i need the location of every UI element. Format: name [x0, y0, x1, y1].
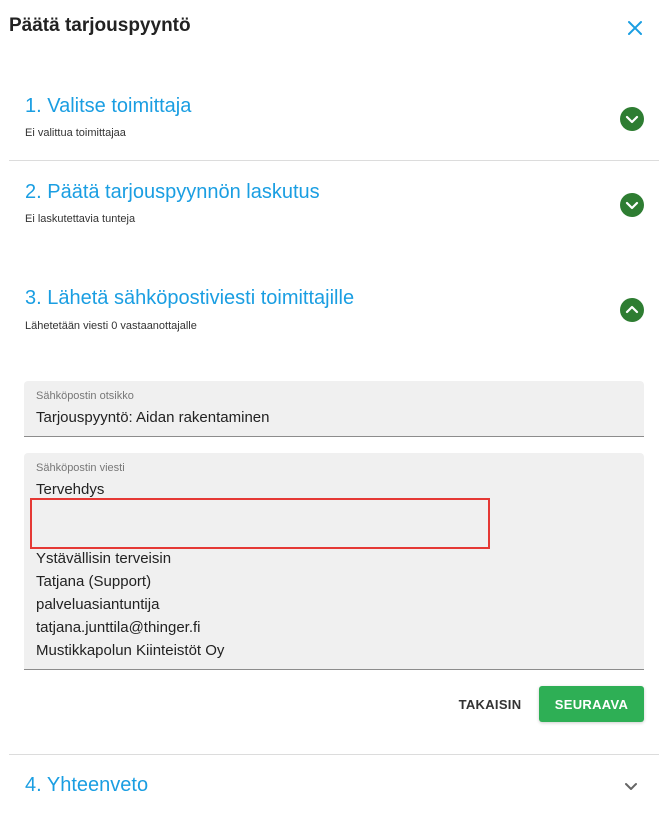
step-title: 4. Yhteenveto [25, 774, 149, 796]
message-line: Mustikkapolun Kiinteistöt Oy [36, 642, 225, 659]
step-billing[interactable]: 2. Päätä tarjouspyynnön laskutus Ei lask… [9, 176, 659, 246]
step-subtitle: Lähetetään viesti 0 vastaanottajalle [25, 320, 197, 332]
step-subtitle: Ei valittua toimittajaa [25, 127, 126, 139]
step-title: 2. Päätä tarjouspyynnön laskutus [25, 181, 320, 203]
email-message-label: Sähköpostin viesti [36, 462, 125, 474]
step-subtitle: Ei laskutettavia tunteja [25, 213, 136, 225]
step-title: 3. Lähetä sähköpostiviesti toimittajille [25, 287, 355, 309]
chevron-down-icon[interactable] [620, 107, 644, 131]
step-title: 1. Valitse toimittaja [25, 95, 192, 117]
step-send-email[interactable]: 3. Lähetä sähköpostiviesti toimittajille… [9, 283, 659, 353]
message-line: Ystävällisin terveisin [36, 550, 172, 567]
divider [9, 754, 659, 755]
chevron-up-icon[interactable] [620, 298, 644, 322]
email-subject-input[interactable]: Tarjouspyyntö: Aidan rakentaminen [36, 409, 269, 426]
message-line: Tervehdys [36, 481, 105, 498]
next-button[interactable]: SEURAAVA [539, 686, 644, 722]
back-button[interactable]: TAKAISIN [450, 686, 530, 722]
message-line: palveluasiantuntija [36, 596, 160, 613]
chevron-down-icon[interactable] [620, 193, 644, 217]
dialog-title: Päätä tarjouspyyntö [9, 15, 191, 36]
close-icon[interactable] [624, 17, 646, 39]
email-subject-field[interactable]: Sähköpostin otsikko Tarjouspyyntö: Aidan… [24, 381, 644, 437]
highlight-box [30, 498, 490, 549]
message-line: tatjana.junttila@thinger.fi [36, 619, 201, 636]
step-select-supplier[interactable]: 1. Valitse toimittaja Ei valittua toimit… [9, 90, 659, 160]
message-line: Tatjana (Support) [36, 573, 152, 590]
divider [9, 160, 659, 161]
dialog-header: Päätä tarjouspyyntö [0, 0, 659, 56]
chevron-down-icon[interactable] [622, 777, 640, 795]
email-message-field[interactable]: Sähköpostin viesti Tervehdys Ystävällisi… [24, 453, 644, 670]
email-subject-label: Sähköpostin otsikko [36, 390, 134, 402]
step-summary[interactable]: 4. Yhteenveto [9, 768, 659, 808]
